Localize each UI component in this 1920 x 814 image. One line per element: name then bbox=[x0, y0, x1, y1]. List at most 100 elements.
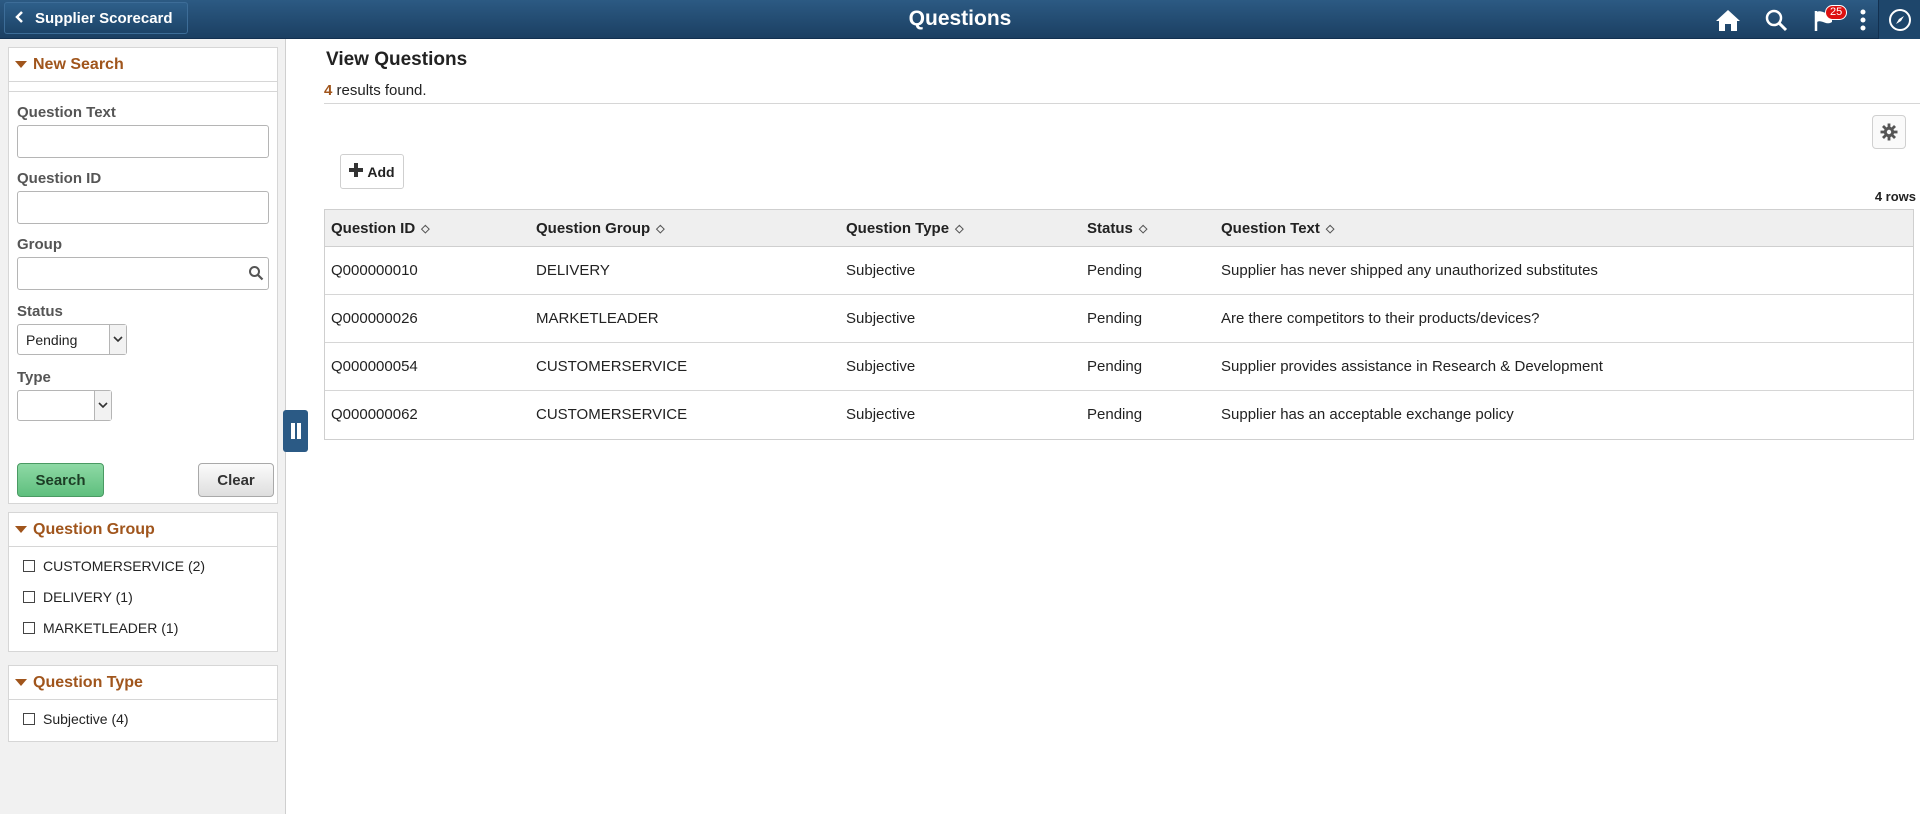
collapse-triangle-icon bbox=[15, 679, 27, 686]
notification-badge: 25 bbox=[1825, 5, 1848, 20]
cell-question-group: CUSTOMERSERVICE bbox=[536, 406, 688, 423]
search-button[interactable]: Search bbox=[17, 463, 104, 497]
checkbox[interactable] bbox=[23, 622, 35, 634]
checkbox[interactable] bbox=[23, 560, 35, 572]
back-button-label: Supplier Scorecard bbox=[35, 9, 173, 27]
cell-question-id: Q000000054 bbox=[331, 358, 418, 375]
column-header-question-id[interactable]: Question ID ◇ bbox=[331, 210, 430, 247]
facet-item-marketleader[interactable]: MARKETLEADER (1) bbox=[23, 620, 178, 636]
question-type-facet-header[interactable]: Question Type bbox=[9, 666, 277, 700]
table-row[interactable]: Q000000054 CUSTOMERSERVICE Subjective Pe… bbox=[325, 343, 1913, 391]
status-select-value: Pending bbox=[26, 331, 78, 348]
column-header-question-group[interactable]: Question Group ◇ bbox=[536, 210, 665, 247]
question-type-facet-title: Question Type bbox=[33, 673, 143, 691]
cell-question-type: Subjective bbox=[846, 358, 916, 375]
checkbox[interactable] bbox=[23, 713, 35, 725]
question-text-label: Question Text bbox=[17, 104, 116, 121]
cell-question-type: Subjective bbox=[846, 406, 916, 423]
result-suffix: results found. bbox=[336, 82, 427, 99]
status-label: Status bbox=[17, 303, 63, 320]
plus-icon bbox=[349, 163, 364, 180]
group-input[interactable] bbox=[17, 257, 269, 290]
question-group-facet-title: Question Group bbox=[33, 520, 155, 538]
status-select[interactable]: Pending bbox=[17, 324, 127, 355]
cell-question-text: Supplier provides assistance in Research… bbox=[1221, 358, 1603, 375]
sort-icon: ◇ bbox=[955, 223, 964, 235]
add-button[interactable]: Add bbox=[340, 154, 404, 189]
sort-icon: ◇ bbox=[1138, 223, 1148, 235]
view-title: View Questions bbox=[326, 49, 468, 70]
question-id-label: Question ID bbox=[17, 170, 102, 187]
sort-icon: ◇ bbox=[421, 223, 430, 235]
divider bbox=[324, 103, 1920, 104]
table-row[interactable]: Q000000062 CUSTOMERSERVICE Subjective Pe… bbox=[325, 391, 1913, 439]
rows-count: 4 rows bbox=[1874, 189, 1916, 204]
facet-item-label: DELIVERY (1) bbox=[43, 589, 133, 605]
question-text-input[interactable] bbox=[17, 125, 269, 158]
facet-item-label: MARKETLEADER (1) bbox=[43, 620, 179, 636]
chevron-down-icon bbox=[109, 325, 126, 354]
type-label: Type bbox=[17, 369, 51, 386]
lookup-search-icon[interactable] bbox=[248, 265, 264, 285]
actions-menu-icon[interactable] bbox=[1848, 0, 1878, 39]
type-select[interactable] bbox=[17, 390, 112, 421]
cell-status: Pending bbox=[1087, 358, 1143, 375]
cell-question-text: Are there competitors to their products/… bbox=[1221, 310, 1540, 327]
cell-status: Pending bbox=[1087, 310, 1143, 327]
column-header-status[interactable]: Status ◇ bbox=[1087, 210, 1147, 247]
cell-status: Pending bbox=[1087, 406, 1143, 423]
question-group-facet-header[interactable]: Question Group bbox=[9, 513, 277, 547]
results-found: 4 results found. bbox=[324, 82, 427, 99]
main-content: View Questions 4 results found. Add 4 ro… bbox=[286, 39, 1920, 814]
question-group-facet-box: Question Group CUSTOMERSERVICE (2) DELIV… bbox=[8, 512, 278, 652]
divider bbox=[9, 91, 277, 92]
new-search-box: New Search Question Text Question ID Gro… bbox=[8, 47, 278, 504]
cell-question-group: DELIVERY bbox=[536, 262, 610, 279]
page-title: Questions bbox=[908, 7, 1012, 30]
cell-status: Pending bbox=[1087, 262, 1143, 279]
question-type-facet-box: Question Type Subjective (4) bbox=[8, 665, 278, 742]
navbar-compass-icon[interactable] bbox=[1878, 0, 1920, 39]
result-count: 4 bbox=[324, 82, 333, 99]
top-banner: Supplier Scorecard Questions 25 bbox=[0, 0, 1920, 39]
home-icon[interactable] bbox=[1704, 0, 1752, 39]
questions-grid: Question ID ◇ Question Group ◇ Question Ty… bbox=[324, 209, 1914, 440]
facet-item-subjective[interactable]: Subjective (4) bbox=[23, 711, 129, 727]
cell-question-group: CUSTOMERSERVICE bbox=[536, 358, 688, 375]
cell-question-group: MARKETLEADER bbox=[536, 310, 659, 327]
cell-question-type: Subjective bbox=[846, 262, 916, 279]
facet-item-delivery[interactable]: DELIVERY (1) bbox=[23, 589, 133, 605]
group-label: Group bbox=[17, 236, 62, 253]
search-icon[interactable] bbox=[1752, 0, 1800, 39]
new-search-header[interactable]: New Search bbox=[9, 48, 277, 82]
clear-button[interactable]: Clear bbox=[198, 463, 274, 497]
sort-icon: ◇ bbox=[656, 223, 665, 235]
settings-gear-icon[interactable] bbox=[1872, 115, 1906, 149]
chevron-left-icon bbox=[15, 10, 29, 26]
cell-question-type: Subjective bbox=[846, 310, 916, 327]
collapse-triangle-icon bbox=[15, 61, 27, 68]
chevron-down-icon bbox=[94, 391, 111, 420]
table-row[interactable]: Q000000010 DELIVERY Subjective Pending S… bbox=[325, 247, 1913, 295]
checkbox[interactable] bbox=[23, 591, 35, 603]
facet-item-customerservice[interactable]: CUSTOMERSERVICE (2) bbox=[23, 558, 205, 574]
facet-item-label: CUSTOMERSERVICE (2) bbox=[43, 558, 206, 574]
cell-question-id: Q000000062 bbox=[331, 406, 418, 423]
grid-header: Question ID ◇ Question Group ◇ Question Ty… bbox=[325, 210, 1913, 247]
search-panel: New Search Question Text Question ID Gro… bbox=[0, 39, 286, 814]
new-search-title: New Search bbox=[33, 55, 124, 73]
column-header-question-text[interactable]: Question Text ◇ bbox=[1221, 210, 1334, 247]
cell-question-id: Q000000026 bbox=[331, 310, 418, 327]
question-id-input[interactable] bbox=[17, 191, 269, 224]
back-button[interactable]: Supplier Scorecard bbox=[4, 2, 188, 34]
cell-question-text: Supplier has an acceptable exchange poli… bbox=[1221, 406, 1514, 423]
cell-question-id: Q000000010 bbox=[331, 262, 418, 279]
notifications-flag-icon[interactable]: 25 bbox=[1800, 0, 1848, 39]
facet-item-label: Subjective (4) bbox=[43, 711, 129, 727]
column-header-question-type[interactable]: Question Type ◇ bbox=[846, 210, 964, 247]
collapse-triangle-icon bbox=[15, 526, 27, 533]
sort-icon: ◇ bbox=[1325, 223, 1335, 235]
table-row[interactable]: Q000000026 MARKETLEADER Subjective Pendi… bbox=[325, 295, 1913, 343]
cell-question-text: Supplier has never shipped any unauthori… bbox=[1221, 262, 1598, 279]
add-button-label: Add bbox=[367, 163, 395, 180]
